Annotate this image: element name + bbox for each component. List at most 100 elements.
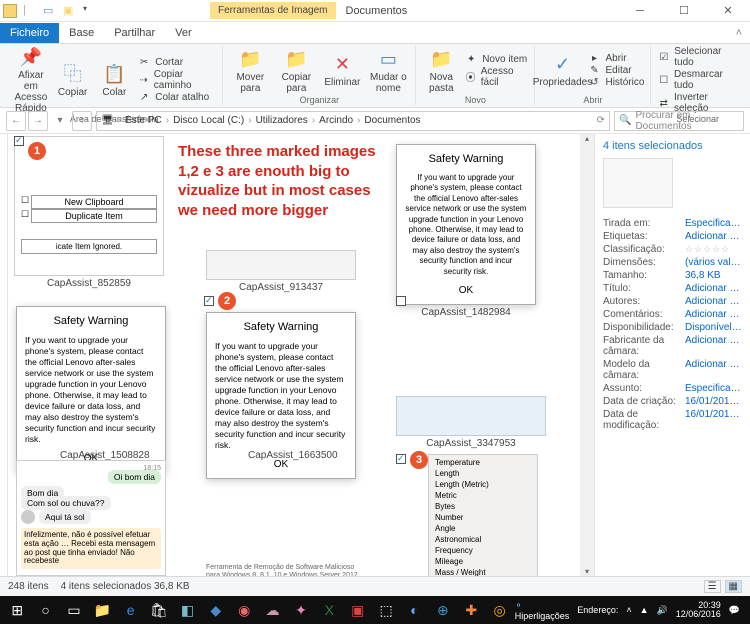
details-row[interactable]: Comentários:Adicionar come… [603, 309, 742, 320]
history-button[interactable]: ↺Histórico [587, 77, 644, 88]
thumb-image[interactable] [396, 396, 546, 436]
notification-icon[interactable]: 💬 [729, 605, 740, 616]
contextual-tab[interactable]: Ferramentas de Imagem [210, 2, 336, 19]
details-row[interactable]: Tamanho:36,8 KB [603, 270, 742, 281]
tab-share[interactable]: Partilhar [104, 23, 165, 43]
new-folder-button[interactable]: 📁Nova pasta [422, 48, 460, 94]
scrollbar[interactable]: ▴ ▾ [580, 134, 594, 576]
properties-button[interactable]: ✓Propriedades [541, 53, 583, 88]
open-button[interactable]: ▸Abrir [587, 53, 644, 64]
details-value[interactable]: 36,8 KB [685, 270, 742, 281]
details-row[interactable]: Título:Adicionar um tít… [603, 283, 742, 294]
rename-button[interactable]: ▭Mudar o nome [367, 48, 409, 94]
details-row[interactable]: Data de modificação:16/01/2016 23:23… [603, 409, 742, 431]
select-none-button[interactable]: ☐Desmarcar tudo [657, 69, 738, 91]
breadcrumb[interactable]: 🖥› Este PC› Disco Local (C:)› Utilizador… [96, 111, 610, 131]
details-row[interactable]: Disponibilidade:Disponível offline [603, 322, 742, 333]
details-row[interactable]: Autores:Adicionar um au… [603, 296, 742, 307]
tray-network-icon[interactable]: ▲ [640, 605, 649, 615]
easy-access-button[interactable]: ⦿Acesso fácil [464, 66, 528, 88]
back-button[interactable]: ← [6, 111, 26, 131]
crumb-pc[interactable]: Este PC [125, 115, 162, 126]
crumb-users[interactable]: Utilizadores [256, 115, 308, 126]
paste-button[interactable]: 📋Colar [96, 63, 134, 98]
nav-tree[interactable] [0, 134, 8, 576]
details-row[interactable]: Classificação:☆☆☆☆☆ [603, 244, 742, 255]
crumb-disk[interactable]: Disco Local (C:) [173, 115, 244, 126]
select-all-button[interactable]: ☑Selecionar tudo [657, 46, 738, 68]
details-value[interactable]: Adicionar um no… [685, 359, 742, 381]
app-icon[interactable]: ⊕ [430, 598, 456, 622]
details-value[interactable]: 16/01/2016 23:23… [685, 396, 742, 407]
maximize-button[interactable]: ☐ [662, 0, 706, 22]
start-button[interactable]: ⊞ [4, 598, 30, 622]
details-value[interactable]: Adicionar um tít… [685, 283, 742, 294]
app-icon[interactable]: ▣ [345, 598, 371, 622]
cortana-icon[interactable]: ○ [32, 598, 58, 622]
edit-button[interactable]: ✎Editar [587, 65, 644, 76]
ribbon-collapse-icon[interactable]: ˄ [728, 23, 750, 43]
thumb-image[interactable]: 18:15 Oi bom dia Bom dia Com sol ou chuv… [16, 460, 166, 576]
tab-file[interactable]: Ficheiro [0, 23, 59, 43]
forward-button[interactable]: → [28, 111, 48, 131]
app-icon[interactable]: ◧ [174, 598, 200, 622]
details-row[interactable]: Tirada em:Especificar data … [603, 218, 742, 229]
item-checkbox[interactable] [396, 296, 406, 306]
details-row[interactable]: Assunto:Especificar o ass… [603, 383, 742, 394]
new-item-button[interactable]: ✦Novo item [464, 54, 528, 65]
ok-button[interactable]: OK [215, 459, 347, 470]
cut-button[interactable]: ✂Cortar [137, 57, 216, 68]
tab-view[interactable]: Ver [165, 23, 202, 43]
explorer-icon[interactable]: 📁 [89, 598, 115, 622]
delete-button[interactable]: ✕Eliminar [321, 53, 363, 88]
history-dropdown-icon[interactable]: ▾ [50, 111, 70, 131]
item-checkbox[interactable] [204, 296, 214, 306]
details-value[interactable]: Adicionar um au… [685, 296, 742, 307]
crumb-user[interactable]: Arcindo [319, 115, 353, 126]
item-checkbox[interactable] [396, 454, 406, 464]
details-value[interactable]: (vários valores) [685, 257, 742, 268]
refresh-icon[interactable]: ⟳ [597, 115, 605, 126]
copy-path-button[interactable]: ⇢Copiar caminho [137, 69, 216, 91]
properties-icon[interactable]: ▭ [43, 4, 57, 18]
view-icons-icon[interactable]: ▦ [725, 580, 742, 593]
excel-icon[interactable]: X [316, 598, 342, 622]
clock[interactable]: 20:39 12/06/2016 [676, 601, 721, 619]
details-value[interactable]: Especificar data … [685, 218, 742, 229]
item-checkbox[interactable] [14, 136, 24, 146]
qat-dropdown-icon[interactable]: ▾ [83, 4, 97, 18]
details-value[interactable]: 16/01/2016 23:23… [685, 409, 742, 431]
ok-button[interactable]: OK [405, 285, 527, 296]
thumb-image[interactable] [206, 250, 356, 280]
app-icon[interactable]: ◎ [486, 598, 512, 622]
details-value[interactable]: Adicionar come… [685, 309, 742, 320]
app-icon[interactable]: ◐ [401, 598, 427, 622]
app-icon[interactable]: ✦ [288, 598, 314, 622]
app-icon[interactable]: ◉ [231, 598, 257, 622]
minimize-button[interactable]: ─ [618, 0, 662, 22]
tab-home[interactable]: Base [59, 23, 104, 43]
move-to-button[interactable]: 📁Mover para [229, 48, 271, 94]
details-value[interactable]: Adicionar texto [685, 335, 742, 357]
app-icon[interactable]: ⬚ [373, 598, 399, 622]
details-row[interactable]: Modelo da câmara:Adicionar um no… [603, 359, 742, 381]
copy-button[interactable]: ⿻Copiar [54, 63, 92, 98]
details-row[interactable]: Etiquetas:Adicionar uma e… [603, 231, 742, 242]
edge-icon[interactable]: e [118, 598, 144, 622]
app-icon[interactable]: ◆ [203, 598, 229, 622]
details-value[interactable]: ☆☆☆☆☆ [685, 244, 742, 255]
thumb-image[interactable]: Temperature Length Length (Metric) Metri… [428, 454, 538, 576]
copy-to-button[interactable]: 📁Copiar para [275, 48, 317, 94]
details-value[interactable]: Adicionar uma e… [685, 231, 742, 242]
view-details-icon[interactable]: ☰ [704, 580, 721, 593]
new-folder-icon[interactable]: ▣ [63, 4, 77, 18]
details-row[interactable]: Fabricante da câmara:Adicionar texto [603, 335, 742, 357]
close-button[interactable]: ✕ [706, 0, 750, 22]
paste-shortcut-button[interactable]: ↗Colar atalho [137, 92, 216, 103]
details-row[interactable]: Dimensões:(vários valores) [603, 257, 742, 268]
tray-volume-icon[interactable]: 🔊 [657, 605, 668, 616]
pin-button[interactable]: 📌Afixar em Acesso Rápido [12, 46, 50, 114]
details-value[interactable]: Especificar o ass… [685, 383, 742, 394]
store-icon[interactable]: 🛍 [146, 598, 172, 622]
tray-link[interactable]: ⚬ Hiperligações [515, 600, 570, 621]
